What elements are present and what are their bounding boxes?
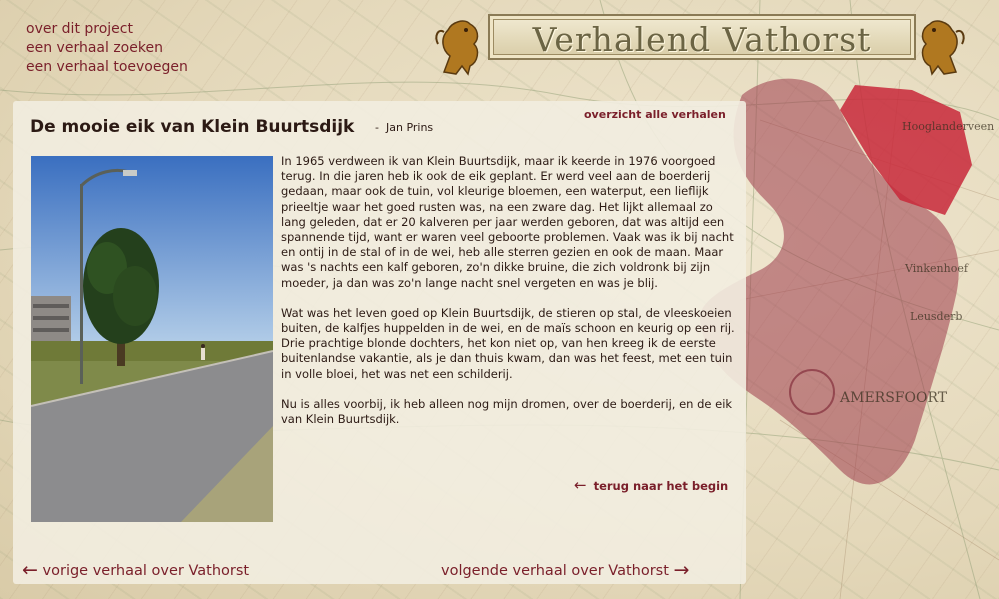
previous-story-link[interactable]: ← vorige verhaal over Vathorst (22, 559, 249, 581)
back-to-start-link[interactable]: ← terug naar het begin (574, 476, 728, 494)
overview-all-stories-link[interactable]: overzicht alle verhalen (584, 108, 726, 121)
author-separator: - (375, 121, 379, 134)
next-story-label: volgende verhaal over Vathorst (441, 563, 669, 579)
story-paragraph: Nu is alles voorbij, ik heb alleen nog m… (281, 396, 733, 427)
map-label: AMERSFOORT (839, 390, 948, 406)
author-name: Jan Prins (385, 121, 434, 134)
arrow-left-icon: ← (574, 476, 587, 494)
story-photo (31, 156, 273, 522)
nav-item-add-story[interactable]: een verhaal toevoegen (26, 58, 188, 77)
arrow-right-icon: → (673, 559, 690, 581)
map-label: Vinkenhoef (904, 262, 969, 275)
back-to-start-label: terug naar het begin (593, 479, 729, 493)
author-line: - Jan Prins (375, 121, 433, 134)
lion-emblem-icon (435, 20, 479, 76)
map-label: Hooglanderveen (902, 120, 994, 133)
story-paragraph: In 1965 verdween ik van Klein Buurtsdijk… (281, 154, 734, 290)
story-body: In 1965 verdween ik van Klein Buurtsdijk… (281, 154, 737, 442)
map-label: Leusderb (910, 310, 962, 323)
story-paragraph: Wat was het leven goed op Klein Buurtsdi… (281, 305, 735, 381)
lion-emblem-icon (921, 20, 965, 76)
next-story-link[interactable]: volgende verhaal over Vathorst → (441, 559, 689, 581)
nav-item-about-project[interactable]: over dit project (26, 20, 188, 39)
nav-item-search-story[interactable]: een verhaal zoeken (26, 39, 188, 58)
main-navigation: over dit project een verhaal zoeken een … (26, 20, 188, 77)
story-title: De mooie eik van Klein Buurtsdijk (30, 117, 355, 137)
site-title: Verhalend Vathorst (532, 20, 872, 59)
arrow-left-icon: ← (22, 559, 38, 581)
title-banner: Verhalend Vathorst (488, 14, 916, 60)
previous-story-label: vorige verhaal over Vathorst (42, 563, 250, 579)
